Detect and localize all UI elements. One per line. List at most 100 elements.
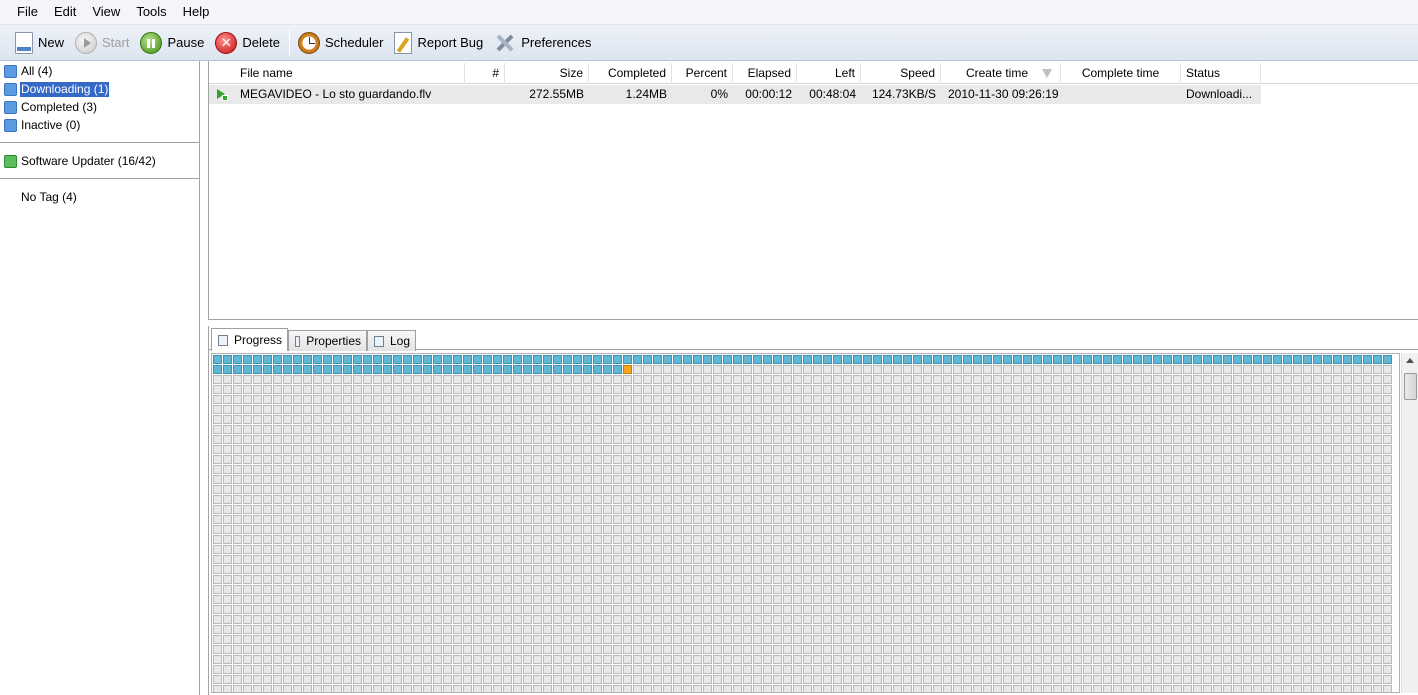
progress-block bbox=[1133, 555, 1142, 564]
progress-block bbox=[1273, 375, 1282, 384]
progress-block bbox=[613, 675, 622, 684]
progress-block bbox=[1263, 615, 1272, 624]
progress-block bbox=[233, 605, 242, 614]
progress-block bbox=[363, 355, 372, 364]
progress-block bbox=[1253, 385, 1262, 394]
progress-block bbox=[323, 535, 332, 544]
progress-block bbox=[753, 515, 762, 524]
column-percent[interactable]: Percent bbox=[672, 63, 733, 84]
scrollbar-thumb[interactable] bbox=[1404, 373, 1417, 400]
progress-block bbox=[1213, 405, 1222, 414]
progress-block bbox=[333, 605, 342, 614]
progress-block bbox=[983, 435, 992, 444]
progress-block bbox=[453, 655, 462, 664]
progress-block bbox=[1343, 595, 1352, 604]
progress-block bbox=[1183, 525, 1192, 534]
tab-properties[interactable]: Properties bbox=[288, 330, 367, 351]
new-button[interactable]: New bbox=[10, 29, 69, 57]
column-left[interactable]: Left bbox=[797, 63, 861, 84]
progress-block bbox=[393, 465, 402, 474]
progress-block bbox=[473, 685, 482, 692]
progress-block bbox=[543, 455, 552, 464]
progress-block bbox=[343, 465, 352, 474]
progress-block bbox=[1353, 665, 1362, 674]
progress-block bbox=[1093, 625, 1102, 634]
menu-edit[interactable]: Edit bbox=[46, 0, 84, 24]
menu-view[interactable]: View bbox=[84, 0, 128, 24]
progress-block bbox=[1213, 365, 1222, 374]
progress-block bbox=[603, 515, 612, 524]
category-software-updater[interactable]: Software Updater (16/42) bbox=[4, 153, 157, 169]
progress-block bbox=[953, 515, 962, 524]
progress-block bbox=[873, 585, 882, 594]
progress-block bbox=[553, 505, 562, 514]
progress-block bbox=[813, 385, 822, 394]
tab-progress[interactable]: Progress bbox=[211, 328, 288, 351]
progress-block bbox=[1163, 525, 1172, 534]
progress-block bbox=[223, 645, 232, 654]
category-inactive[interactable]: Inactive (0) bbox=[4, 117, 81, 133]
progress-block bbox=[1063, 485, 1072, 494]
column-completed[interactable]: Completed bbox=[589, 63, 672, 84]
progress-block bbox=[943, 655, 952, 664]
progress-block bbox=[903, 465, 912, 474]
column-elapsed[interactable]: Elapsed bbox=[733, 63, 797, 84]
pause-button[interactable]: Pause bbox=[135, 29, 209, 57]
progress-block bbox=[393, 605, 402, 614]
menu-tools[interactable]: Tools bbox=[128, 0, 174, 24]
progress-block bbox=[1283, 485, 1292, 494]
progress-block bbox=[1133, 385, 1142, 394]
progress-block bbox=[983, 585, 992, 594]
progress-block bbox=[463, 685, 472, 692]
progress-block bbox=[1153, 555, 1162, 564]
progress-block bbox=[263, 435, 272, 444]
column-file-name[interactable]: File name bbox=[235, 63, 465, 84]
category-downloading[interactable]: Downloading (1) bbox=[4, 81, 110, 97]
table-row[interactable]: MEGAVIDEO - Lo sto guardando.flv 272.55M… bbox=[209, 85, 1261, 104]
progress-block bbox=[983, 685, 992, 692]
progress-block bbox=[823, 445, 832, 454]
progress-block bbox=[1383, 665, 1392, 674]
progress-block bbox=[713, 675, 722, 684]
progress-block bbox=[383, 465, 392, 474]
menu-help[interactable]: Help bbox=[175, 0, 218, 24]
progress-block bbox=[413, 605, 422, 614]
category-completed[interactable]: Completed (3) bbox=[4, 99, 98, 115]
progress-block bbox=[943, 485, 952, 494]
column-number[interactable]: # bbox=[465, 63, 505, 84]
progress-block bbox=[303, 655, 312, 664]
category-all[interactable]: All (4) bbox=[4, 63, 53, 79]
delete-button[interactable]: ✕ Delete bbox=[210, 29, 285, 57]
progress-block bbox=[743, 515, 752, 524]
progress-block bbox=[953, 395, 962, 404]
start-button[interactable]: Start bbox=[70, 29, 134, 57]
report-bug-button[interactable]: Report Bug bbox=[389, 29, 488, 57]
progress-block bbox=[503, 485, 512, 494]
progress-block bbox=[553, 595, 562, 604]
column-create-time[interactable]: Create time bbox=[941, 63, 1061, 84]
column-speed[interactable]: Speed bbox=[861, 63, 941, 84]
progress-block bbox=[843, 675, 852, 684]
progress-block bbox=[1383, 365, 1392, 374]
preferences-button[interactable]: Preferences bbox=[489, 29, 596, 57]
menu-file[interactable]: File bbox=[9, 0, 46, 24]
progress-block bbox=[883, 585, 892, 594]
progress-block bbox=[823, 405, 832, 414]
tag-no-tag[interactable]: No Tag (4) bbox=[20, 189, 78, 205]
progress-block bbox=[413, 495, 422, 504]
column-size[interactable]: Size bbox=[505, 63, 589, 84]
scheduler-button[interactable]: Scheduler bbox=[293, 29, 389, 57]
column-complete-time[interactable]: Complete time bbox=[1061, 63, 1181, 84]
column-status[interactable]: Status bbox=[1181, 63, 1261, 84]
progress-block bbox=[1193, 475, 1202, 484]
progress-block bbox=[933, 375, 942, 384]
progress-block bbox=[393, 405, 402, 414]
vertical-scrollbar[interactable] bbox=[1401, 353, 1418, 693]
progress-block bbox=[663, 505, 672, 514]
progress-block bbox=[903, 395, 912, 404]
scroll-up-icon[interactable] bbox=[1406, 358, 1414, 363]
progress-block bbox=[303, 665, 312, 674]
progress-block bbox=[603, 615, 612, 624]
progress-block bbox=[773, 355, 782, 364]
tab-log[interactable]: Log bbox=[367, 330, 416, 351]
